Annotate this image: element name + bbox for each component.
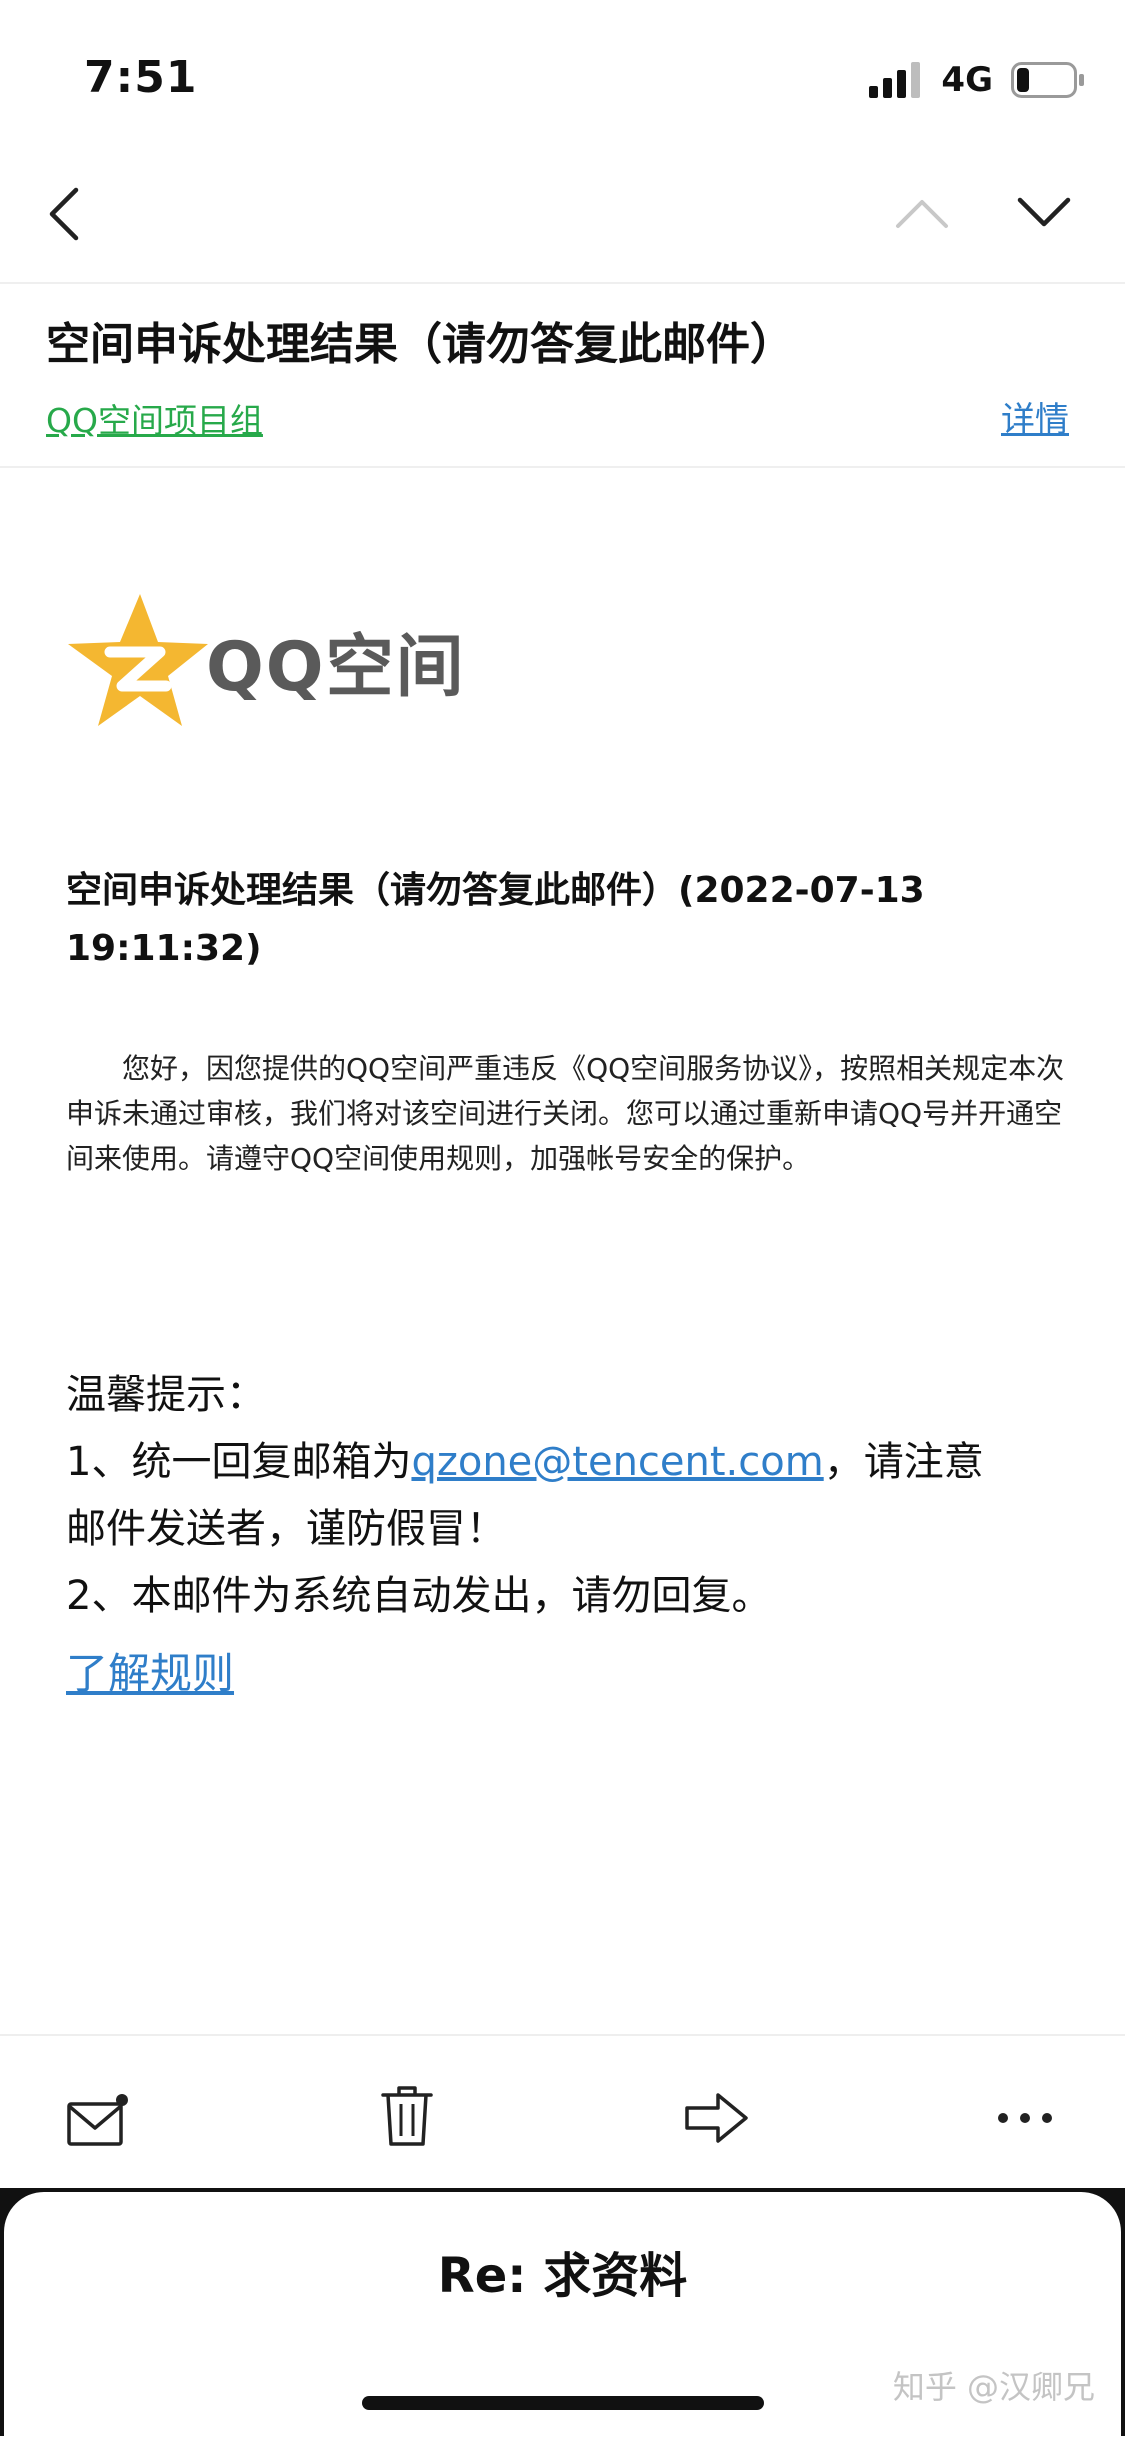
- mail-icon[interactable]: [66, 2092, 130, 2148]
- more-icon[interactable]: [996, 2110, 1054, 2126]
- chevron-up-icon[interactable]: [894, 196, 950, 230]
- header-divider: [0, 466, 1125, 468]
- bottom-sheet-title[interactable]: Re: 求资料: [0, 2236, 1125, 2306]
- details-link[interactable]: 详情: [1001, 392, 1069, 441]
- star-icon: [68, 594, 208, 726]
- toolbar-divider: [0, 2034, 1125, 2036]
- chevron-down-icon[interactable]: [1016, 196, 1072, 230]
- home-indicator[interactable]: [362, 2396, 764, 2410]
- mail-paragraph: 您好，因您提供的QQ空间严重违反《QQ空间服务协议》，按照相关规定本次申诉未通过…: [66, 1052, 1065, 1175]
- trash-icon[interactable]: [380, 2084, 434, 2148]
- tips-section: 温馨提示： 1、统一回复邮箱为qzone@tencent.com，请注意 邮件发…: [66, 1362, 1076, 1630]
- status-time: 7:51: [84, 52, 198, 103]
- tips-line-1-suffix: ，请注意: [823, 1439, 984, 1485]
- network-label: 4G: [941, 60, 993, 100]
- signal-icon: [869, 62, 921, 98]
- qzone-logo: QQ空间: [62, 590, 466, 730]
- mail-body-title: 空间申诉处理结果（请勿答复此邮件）(2022-07-13 19:11:32): [66, 870, 925, 969]
- bottom-sheet[interactable]: [4, 2192, 1121, 2452]
- tips-line-3: 2、本邮件为系统自动发出，请勿回复。: [66, 1573, 772, 1619]
- watermark: 知乎 @汉卿兄: [892, 2368, 1095, 2406]
- status-indicators: 4G: [869, 60, 1085, 100]
- tips-line-2: 邮件发送者，谨防假冒！: [66, 1506, 506, 1552]
- battery-icon: [1011, 62, 1084, 98]
- chevron-left-icon[interactable]: [44, 186, 84, 242]
- nav-divider: [0, 282, 1125, 284]
- logo-text: QQ空间: [206, 627, 466, 707]
- forward-icon[interactable]: [684, 2092, 750, 2144]
- sender-link[interactable]: QQ空间项目组: [46, 394, 263, 442]
- tips-heading: 温馨提示：: [66, 1372, 266, 1418]
- email-link[interactable]: qzone@tencent.com: [411, 1439, 823, 1485]
- tips-line-1-prefix: 1、统一回复邮箱为: [66, 1439, 412, 1485]
- status-bar: 7:51 4G: [0, 0, 1125, 150]
- rules-link[interactable]: 了解规则: [66, 1640, 234, 1701]
- tips-line-1: 1、统一回复邮箱为qzone@tencent.com，请注意: [66, 1429, 1076, 1496]
- mail-subject: 空间申诉处理结果（请勿答复此邮件）: [46, 319, 794, 370]
